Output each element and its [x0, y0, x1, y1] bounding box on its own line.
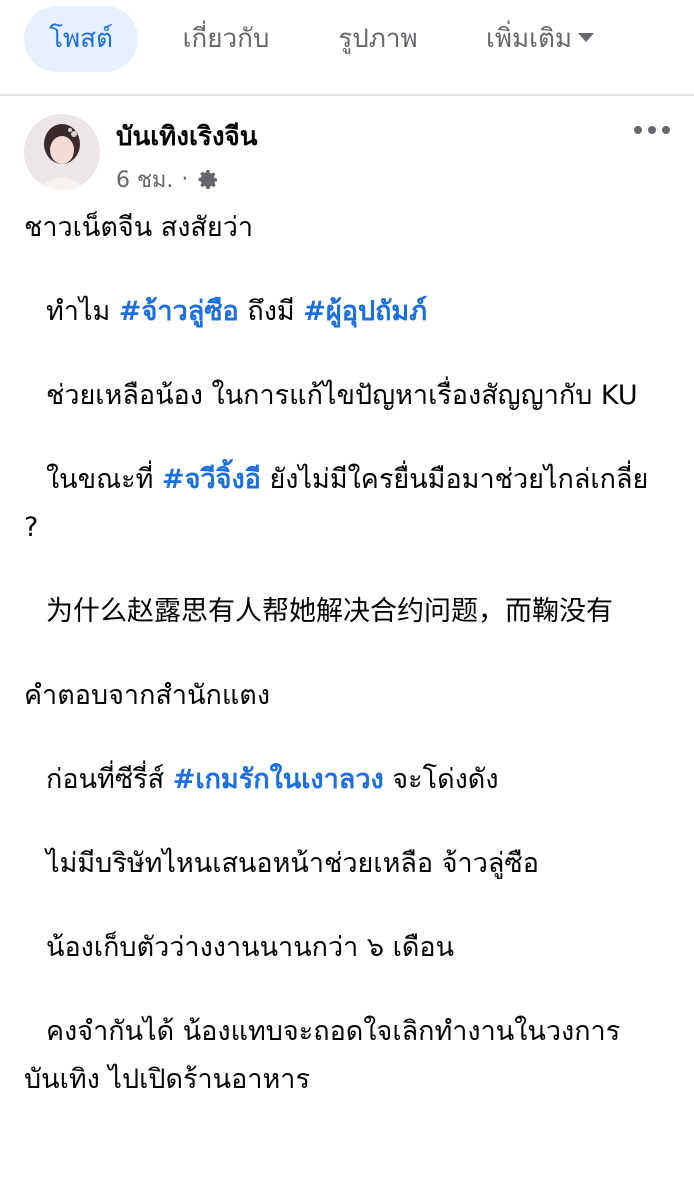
post-line: ในขณะที่ #จวีจิ้งอี ยังไม่มีใครยื่นมือมา… [24, 456, 670, 552]
post-time[interactable]: 6 ชม. [116, 162, 173, 197]
post-line: ก่อนที่ซีรี่ส์ #เกมรักในเงาลวง จะโด่งดัง [24, 756, 670, 804]
post-line: ไม่มีบริษัทไหนเสนอหน้าช่วยเหลือ จ้าวลู่ซ… [46, 848, 539, 879]
caret-down-icon [578, 33, 595, 42]
avatar[interactable] [24, 114, 100, 190]
tab-posts[interactable]: โพสต์ [24, 6, 138, 72]
post-body: ชาวเน็ตจีน สงสัยว่า ทำไม #จ้าวลู่ซือ ถึง… [24, 204, 670, 1140]
post-line: ทำไม #จ้าวลู่ซือ ถึงมี #ผู้อุปถัมภ์ [24, 288, 670, 336]
profile-tab-bar: โพสต์ เกี่ยวกับ รูปภาพ เพิ่มเติม [0, 0, 694, 96]
post-line: คงจำกันได้ น้องแทบจะถอดใจเลิกทำงานในวงกา… [24, 1008, 670, 1104]
post-line: ช่วยเหลือน้อง ในการแก้ไขปัญหาเรื่องสัญญา… [24, 372, 670, 420]
hashtag-link[interactable]: #ผู้อุปถัมภ์ [303, 296, 427, 327]
page-name[interactable]: บันเทิงเริงจีน [116, 116, 258, 157]
more-options-icon[interactable] [632, 118, 672, 142]
text-segment: ก่อนที่ซีรี่ส์ [46, 764, 173, 795]
text-segment: ถึงมี [238, 296, 304, 327]
post-line: 为什么赵露思有人帮她解决合约问题，而鞠没有 [24, 588, 670, 636]
post-line: ชาวเน็ตจีน สงสัยว่า [24, 212, 254, 243]
text-segment: คงจำกันได้ น้องแทบจะถอดใจเลิกทำงานในวงกา… [24, 1016, 621, 1095]
text-segment: จะโด่งดัง [383, 764, 499, 795]
hashtag-link[interactable]: #จวีจิ้งอี [162, 464, 261, 495]
text-segment: 为什么赵露思有人帮她解决合约问题，而鞠没有 [46, 596, 613, 627]
hashtag-link[interactable]: #จ้าวลู่ซือ [119, 296, 239, 327]
post-meta: 6 ชม. · [116, 162, 220, 197]
post-line: คำตอบจากสำนักแตง [24, 680, 271, 711]
gear-icon[interactable] [196, 168, 220, 192]
post-line: น้องเก็บตัวว่างงานนานกว่า ๖ เดือน [46, 932, 455, 963]
meta-separator: · [181, 167, 189, 192]
tab-more-label: เพิ่มเติม [485, 24, 573, 54]
text-segment: ช่วยเหลือน้อง ในการแก้ไขปัญหาเรื่องสัญญา… [46, 380, 638, 411]
tab-about[interactable]: เกี่ยวกับ [166, 6, 286, 72]
hashtag-link[interactable]: #เกมรักในเงาลวง [173, 764, 384, 795]
text-segment: ในขณะที่ [46, 464, 163, 495]
tab-photos[interactable]: รูปภาพ [322, 6, 434, 72]
post-header: บันเทิงเริงจีน 6 ชม. · [0, 96, 694, 206]
tab-more[interactable]: เพิ่มเติม [470, 6, 610, 72]
text-segment: ทำไม [46, 296, 119, 327]
